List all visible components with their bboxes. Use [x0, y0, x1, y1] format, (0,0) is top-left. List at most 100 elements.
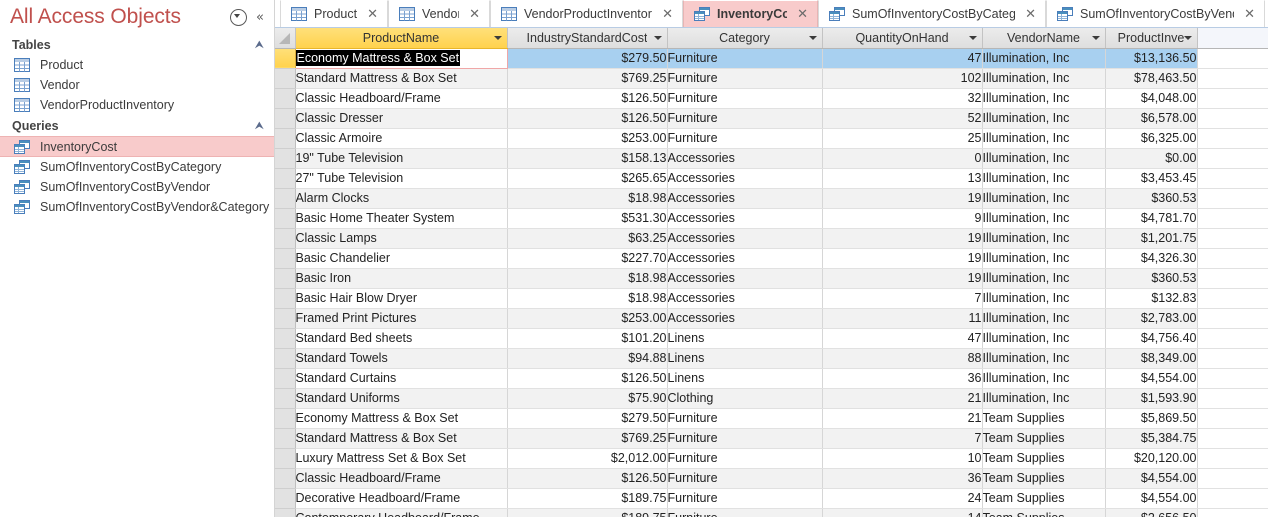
nav-item-vendor[interactable]: Vendor [0, 75, 274, 95]
chevron-down-icon[interactable] [1091, 35, 1100, 40]
cell-productname[interactable]: Contemporary Headboard/Frame [295, 508, 508, 517]
column-header-productname[interactable]: ProductName [295, 28, 508, 49]
table-row[interactable]: 19" Tube Television $158.13 Accessories 0 Il… [275, 148, 1268, 169]
circle-chevron-down-icon[interactable] [230, 8, 248, 26]
cell-productinve[interactable]: $78,463.50 [1105, 68, 1198, 89]
nav-item-sumofinventorycostbycategory[interactable]: SumOfInventoryCostByCategory [0, 157, 274, 177]
select-all-corner[interactable] [275, 28, 296, 49]
cell-quantityonhand[interactable]: 19 [822, 228, 983, 249]
cell-quantityonhand[interactable]: 10 [822, 448, 983, 469]
cell-quantityonhand[interactable]: 11 [822, 308, 983, 329]
cell-category[interactable]: Furniture [667, 88, 823, 109]
cell-quantityonhand[interactable]: 24 [822, 488, 983, 509]
cell-productname[interactable]: 19" Tube Television [295, 148, 508, 169]
cell-productinve[interactable]: $5,869.50 [1105, 408, 1198, 429]
cell-productinve[interactable]: $20,120.00 [1105, 448, 1198, 469]
document-tab-vendorproductinventory[interactable]: VendorProductInventory ✕ [490, 0, 683, 27]
close-icon[interactable]: ✕ [1025, 8, 1036, 21]
table-row[interactable]: Classic Headboard/Frame $126.50 Furniture 3… [275, 88, 1268, 109]
close-icon[interactable]: ✕ [662, 8, 673, 21]
cell-quantityonhand[interactable]: 47 [822, 328, 983, 349]
table-row[interactable]: Standard Towels $94.88 Linens 88 Illuminatio… [275, 348, 1268, 369]
cell-quantityonhand[interactable]: 102 [822, 68, 983, 89]
chevron-down-icon[interactable] [968, 35, 977, 40]
document-tab-sumofinventorycostbyvendor[interactable]: SumOfInventoryCostByVendor ✕ [1046, 0, 1265, 27]
column-header-category[interactable]: Category [667, 28, 823, 49]
cell-industrystandardcost[interactable]: $126.50 [507, 468, 668, 489]
cell-productname[interactable]: Classic Headboard/Frame [295, 468, 508, 489]
cell-vendorname[interactable]: Team Supplies [982, 408, 1106, 429]
cell-category[interactable]: Accessories [667, 168, 823, 189]
cell-quantityonhand[interactable]: 7 [822, 288, 983, 309]
row-selector[interactable] [275, 48, 296, 69]
cell-category[interactable]: Furniture [667, 508, 823, 517]
table-row[interactable]: Economy Mattress & Box Set $279.50 Furnitu… [275, 47, 1268, 69]
nav-item-vendorproductinventory[interactable]: VendorProductInventory [0, 95, 274, 115]
cell-industrystandardcost[interactable]: $769.25 [507, 428, 668, 449]
row-selector[interactable] [275, 408, 296, 429]
nav-group-header-queries[interactable]: Queries ⮝ [0, 115, 274, 136]
cell-productinve[interactable]: $2,783.00 [1105, 308, 1198, 329]
cell-industrystandardcost[interactable]: $189.75 [507, 488, 668, 509]
cell-vendorname[interactable]: Illumination, Inc [982, 288, 1106, 309]
cell-vendorname[interactable]: Illumination, Inc [982, 328, 1106, 349]
cell-vendorname[interactable]: Illumination, Inc [982, 88, 1106, 109]
cell-productname[interactable]: Classic Dresser [295, 108, 508, 129]
document-tab-sumofinventorycostbycategory[interactable]: SumOfInventoryCostByCategory ✕ [818, 0, 1046, 27]
cell-vendorname[interactable]: Team Supplies [982, 468, 1106, 489]
table-row[interactable]: Alarm Clocks $18.98 Accessories 19 Illuminat… [275, 188, 1268, 209]
nav-item-sumofinventorycostbyvendor-category[interactable]: SumOfInventoryCostByVendor&Category [0, 197, 274, 217]
cell-quantityonhand[interactable]: 88 [822, 348, 983, 369]
cell-productname[interactable]: Classic Armoire [295, 128, 508, 149]
document-tab-product[interactable]: Product ✕ [280, 0, 388, 27]
cell-quantityonhand[interactable]: 19 [822, 248, 983, 269]
cell-quantityonhand[interactable]: 21 [822, 388, 983, 409]
row-selector[interactable] [275, 288, 296, 309]
cell-category[interactable]: Linens [667, 348, 823, 369]
cell-industrystandardcost[interactable]: $253.00 [507, 308, 668, 329]
cell-productname[interactable]: Standard Uniforms [295, 388, 508, 409]
close-icon[interactable]: ✕ [367, 8, 378, 21]
cell-industrystandardcost[interactable]: $94.88 [507, 348, 668, 369]
table-row[interactable]: Basic Hair Blow Dryer $18.98 Accessories 7 I… [275, 288, 1268, 309]
cell-industrystandardcost[interactable]: $126.50 [507, 108, 668, 129]
double-chevron-left-icon[interactable]: « [256, 11, 264, 24]
datasheet-view[interactable]: ProductName IndustryStandardCost Category Q… [275, 28, 1268, 517]
close-icon[interactable]: ✕ [797, 8, 808, 21]
cell-vendorname[interactable]: Illumination, Inc [982, 68, 1106, 89]
nav-item-sumofinventorycostbyvendor[interactable]: SumOfInventoryCostByVendor [0, 177, 274, 197]
close-icon[interactable]: ✕ [1244, 8, 1255, 21]
cell-vendorname[interactable]: Team Supplies [982, 448, 1106, 469]
cell-category[interactable]: Accessories [667, 268, 823, 289]
cell-vendorname[interactable]: Illumination, Inc [982, 308, 1106, 329]
table-row[interactable]: Classic Headboard/Frame $126.50 Furniture 3… [275, 468, 1268, 489]
chevron-down-icon[interactable] [808, 35, 817, 40]
cell-vendorname[interactable]: Team Supplies [982, 508, 1106, 517]
cell-quantityonhand[interactable]: 47 [822, 48, 983, 69]
cell-vendorname[interactable]: Illumination, Inc [982, 268, 1106, 289]
chevron-down-icon[interactable] [1183, 35, 1192, 40]
row-selector[interactable] [275, 188, 296, 209]
row-selector[interactable] [275, 168, 296, 189]
cell-vendorname[interactable]: Team Supplies [982, 428, 1106, 449]
row-selector[interactable] [275, 508, 296, 517]
cell-quantityonhand[interactable]: 32 [822, 88, 983, 109]
nav-group-header-tables[interactable]: Tables ⮝ [0, 34, 274, 55]
cell-quantityonhand[interactable]: 19 [822, 188, 983, 209]
cell-productinve[interactable]: $360.53 [1105, 188, 1198, 209]
column-header-industrystandardcost[interactable]: IndustryStandardCost [507, 28, 668, 49]
cell-productinve[interactable]: $4,048.00 [1105, 88, 1198, 109]
cell-productinve[interactable]: $1,201.75 [1105, 228, 1198, 249]
cell-productname[interactable]: Standard Curtains [295, 368, 508, 389]
row-selector[interactable] [275, 468, 296, 489]
cell-quantityonhand[interactable]: 52 [822, 108, 983, 129]
cell-productinve[interactable]: $6,325.00 [1105, 128, 1198, 149]
cell-quantityonhand[interactable]: 21 [822, 408, 983, 429]
row-selector[interactable] [275, 228, 296, 249]
cell-category[interactable]: Accessories [667, 228, 823, 249]
double-chevron-up-icon[interactable]: ⮝ [255, 120, 264, 131]
column-header-vendorname[interactable]: VendorName [982, 28, 1106, 49]
table-row[interactable]: Basic Home Theater System $531.30 Accessor… [275, 208, 1268, 229]
cell-vendorname[interactable]: Team Supplies [982, 488, 1106, 509]
table-row[interactable]: 27" Tube Television $265.65 Accessories 13 I… [275, 168, 1268, 189]
